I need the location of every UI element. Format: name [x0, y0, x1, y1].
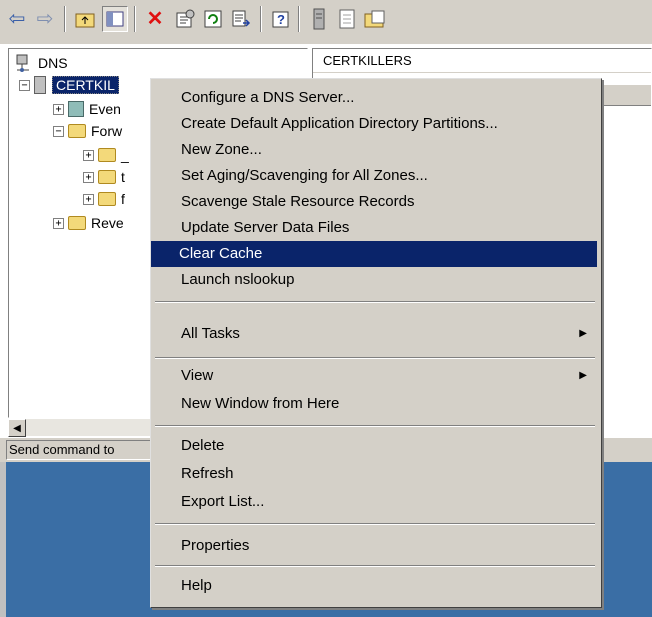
folder-icon: [68, 216, 86, 230]
tree-item-zone[interactable]: + f: [83, 189, 125, 209]
tree-item-zone[interactable]: + t: [83, 167, 125, 187]
menu-item-label: Delete: [181, 437, 225, 454]
folder-icon: [68, 124, 86, 138]
details-pane-header: CERTKILLERS: [313, 49, 651, 73]
menu-item-new-window-from-here[interactable]: New Window from Here: [153, 391, 597, 417]
folder-icon[interactable]: [362, 6, 388, 32]
context-menu: Configure a DNS Server... Create Default…: [150, 78, 602, 608]
menu-item-update-server-data-files[interactable]: Update Server Data Files: [153, 215, 597, 241]
expand-icon[interactable]: +: [53, 217, 64, 229]
menu-item-view[interactable]: View ▶: [153, 363, 597, 389]
toolbar-separator: [298, 6, 300, 32]
tree-item-dns[interactable]: DNS: [15, 53, 68, 73]
server-icon[interactable]: [306, 6, 332, 32]
toolbar-separator: [260, 6, 262, 32]
menu-item-label: Configure a DNS Server...: [181, 89, 355, 106]
desktop-edge: [0, 462, 6, 617]
back-arrow-icon[interactable]: ⇦: [4, 6, 30, 32]
expand-icon[interactable]: +: [53, 103, 64, 115]
expand-icon[interactable]: +: [83, 149, 94, 161]
svg-text:?: ?: [277, 12, 285, 27]
menu-item-label: Export List...: [181, 493, 265, 510]
menu-separator: [155, 523, 595, 525]
menu-item-set-aging-scavenging[interactable]: Set Aging/Scavenging for All Zones...: [153, 163, 597, 189]
show-hide-console-tree-icon[interactable]: [102, 6, 128, 32]
document-icon[interactable]: [334, 6, 360, 32]
menu-item-configure-dns-server[interactable]: Configure a DNS Server...: [153, 85, 597, 111]
help-icon[interactable]: ?: [268, 6, 294, 32]
tree-item-zone-label: _: [121, 147, 129, 163]
expand-icon[interactable]: +: [83, 193, 94, 205]
toolbar: ⇦ ⇨ ✕ ?: [0, 0, 652, 44]
delete-icon[interactable]: ✕: [142, 6, 168, 32]
menu-item-scavenge-stale-records[interactable]: Scavenge Stale Resource Records: [153, 189, 597, 215]
tree-item-event-viewer[interactable]: + Even: [53, 99, 121, 119]
refresh-icon[interactable]: [200, 6, 226, 32]
menu-item-export-list[interactable]: Export List...: [153, 489, 597, 515]
menu-item-label: Create Default Application Directory Par…: [181, 115, 498, 132]
properties-icon[interactable]: [172, 6, 198, 32]
submenu-arrow-icon: ▶: [579, 370, 587, 381]
tree-item-zone-label: f: [121, 191, 125, 207]
submenu-arrow-icon: ▶: [579, 328, 587, 339]
event-log-icon: [68, 101, 84, 117]
menu-item-launch-nslookup[interactable]: Launch nslookup: [153, 267, 597, 293]
menu-item-delete[interactable]: Delete: [153, 433, 597, 459]
menu-item-label: New Zone...: [181, 141, 262, 158]
tree-item-server-label: CERTKIL: [52, 76, 119, 94]
menu-item-clear-cache[interactable]: Clear Cache: [151, 241, 597, 267]
menu-item-new-zone[interactable]: New Zone...: [153, 137, 597, 163]
menu-item-label: Clear Cache: [179, 245, 263, 262]
menu-item-label: All Tasks: [181, 325, 240, 342]
scroll-left-icon[interactable]: ◀: [8, 419, 26, 437]
toolbar-separator: [134, 6, 136, 32]
zone-icon: [98, 192, 116, 206]
status-text: Send command to: [6, 440, 156, 460]
export-list-icon[interactable]: [228, 6, 254, 32]
tree-item-event-viewer-label: Even: [89, 101, 121, 117]
menu-separator: [155, 425, 595, 427]
expand-icon[interactable]: +: [83, 171, 94, 183]
menu-item-all-tasks[interactable]: All Tasks ▶: [153, 321, 597, 347]
tree-item-dns-label: DNS: [38, 55, 68, 71]
menu-item-label: Update Server Data Files: [181, 219, 350, 236]
menu-item-label: Set Aging/Scavenging for All Zones...: [181, 167, 428, 184]
zone-icon: [98, 170, 116, 184]
forward-arrow-icon[interactable]: ⇨: [32, 6, 58, 32]
tree-item-forward-zones[interactable]: − Forw: [53, 121, 122, 141]
menu-item-properties[interactable]: Properties: [153, 533, 597, 559]
menu-item-label: New Window from Here: [181, 395, 340, 412]
menu-item-label: View: [181, 367, 214, 384]
menu-separator: [155, 357, 595, 359]
menu-item-label: Launch nslookup: [181, 271, 295, 288]
menu-separator: [155, 565, 595, 567]
menu-item-label: Help: [181, 577, 212, 594]
tree-item-zone[interactable]: + _: [83, 145, 129, 165]
menu-item-label: Refresh: [181, 465, 234, 482]
toolbar-separator: [64, 6, 66, 32]
up-one-level-icon[interactable]: [72, 6, 98, 32]
tree-item-zone-label: t: [121, 169, 125, 185]
menu-item-create-default-partitions[interactable]: Create Default Application Directory Par…: [153, 111, 597, 137]
menu-item-refresh[interactable]: Refresh: [153, 461, 597, 487]
tree-item-reverse-zones[interactable]: + Reve: [53, 213, 124, 233]
dns-root-icon: [16, 54, 29, 72]
menu-item-label: Properties: [181, 537, 250, 554]
tree-item-server[interactable]: − CERTKIL: [19, 75, 119, 95]
server-icon: [34, 76, 46, 94]
menu-item-help[interactable]: Help: [153, 573, 597, 599]
tree-item-reverse-zones-label: Reve: [91, 215, 124, 231]
tree-item-forward-zones-label: Forw: [91, 123, 123, 139]
menu-item-label: Scavenge Stale Resource Records: [181, 193, 415, 210]
collapse-icon[interactable]: −: [53, 125, 64, 137]
zone-icon: [98, 148, 116, 162]
menu-separator: [155, 301, 595, 303]
collapse-icon[interactable]: −: [19, 79, 30, 91]
